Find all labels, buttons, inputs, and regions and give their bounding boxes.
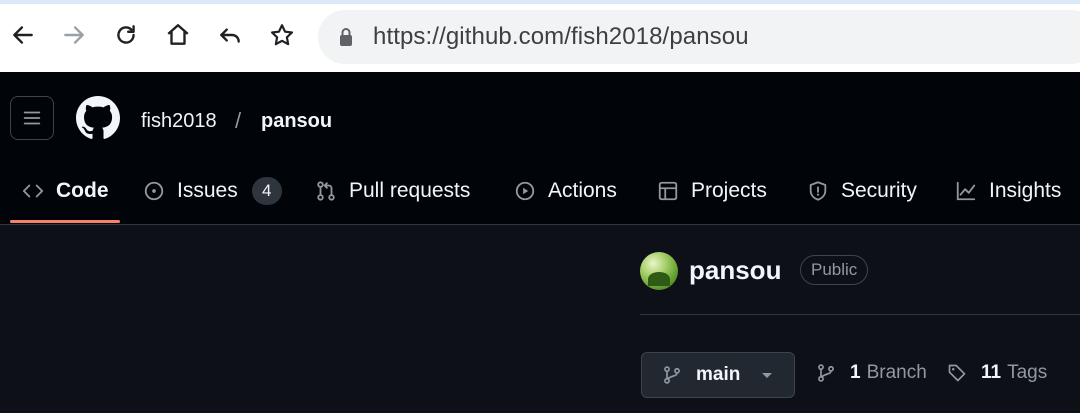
tab-actions-label: Actions [548,179,617,202]
tab-insights[interactable]: Insights [955,176,1061,206]
browser-toolbar: https://github.com/fish2018/pansou [0,0,1080,72]
home-button[interactable] [161,18,195,52]
graph-icon [956,181,976,201]
tab-projects-label: Projects [691,179,767,202]
address-url: https://github.com/fish2018/pansou [373,23,749,51]
breadcrumb-separator: / [235,108,242,133]
bookmark-button[interactable] [265,18,299,52]
tab-pull-requests[interactable]: Pull requests [315,176,470,206]
tag-count: 11 [981,362,1002,383]
address-bar[interactable]: https://github.com/fish2018/pansou [318,10,1080,64]
issues-count-badge: 4 [251,177,282,205]
breadcrumb-repo[interactable]: pansou [261,110,332,133]
url-path: /fish2018/pansou [564,23,749,50]
github-logo-icon[interactable] [76,96,120,140]
git-pull-request-icon [317,181,335,201]
repo-title: pansou [689,255,782,285]
url-host: github.com [445,23,565,50]
tab-insights-label: Insights [989,179,1062,202]
table-icon [658,181,678,201]
forward-button[interactable] [57,18,91,52]
repo-header: fish2018 / pansou Code Issues 4 Pull req… [0,72,1080,225]
undo-icon [220,28,240,43]
tags-link[interactable]: 11 Tags [947,362,1047,384]
branch-count: 1 [850,362,861,383]
git-branch-icon [818,364,834,382]
tab-security-label: Security [841,179,917,202]
tab-issues[interactable]: Issues 4 [143,176,282,206]
lock-icon [340,28,352,46]
issue-opened-icon [144,181,164,201]
active-tab-underline [10,220,120,223]
tab-issues-label: Issues [177,179,238,202]
breadcrumb-owner[interactable]: fish2018 [141,110,217,133]
repo-title-divider [640,314,1080,315]
hamburger-icon [23,111,41,125]
branch-selector-label: main [696,364,741,385]
shield-icon [809,181,827,201]
undo-button[interactable] [213,18,247,52]
branch-selector-button[interactable]: main [641,352,795,398]
tag-count-label: Tags [1007,362,1048,383]
branches-link[interactable]: 1 Branch [816,362,927,384]
tab-actions[interactable]: Actions [514,176,617,206]
tab-projects[interactable]: Projects [657,176,767,206]
arrow-right-icon [64,26,84,44]
tab-security[interactable]: Security [807,176,917,206]
repo-owner-avatar[interactable] [640,252,678,290]
star-icon [270,24,294,46]
arrow-left-icon [13,26,33,44]
url-scheme: https:// [373,23,446,50]
home-icon [167,24,189,45]
play-icon [515,181,535,201]
reload-button[interactable] [109,18,143,52]
tag-icon [948,364,966,382]
tab-code[interactable]: Code [22,176,109,206]
git-branch-icon [664,366,680,384]
back-button[interactable] [6,18,40,52]
tab-code-label: Code [56,179,109,202]
branch-count-label: Branch [866,362,927,383]
chevron-down-icon [762,372,773,378]
menu-button[interactable] [10,96,54,140]
reload-icon [117,25,135,44]
visibility-badge: Public [800,255,869,285]
tab-pull-requests-label: Pull requests [349,179,471,202]
code-icon [22,184,44,198]
browser-top-accent [0,0,1080,4]
